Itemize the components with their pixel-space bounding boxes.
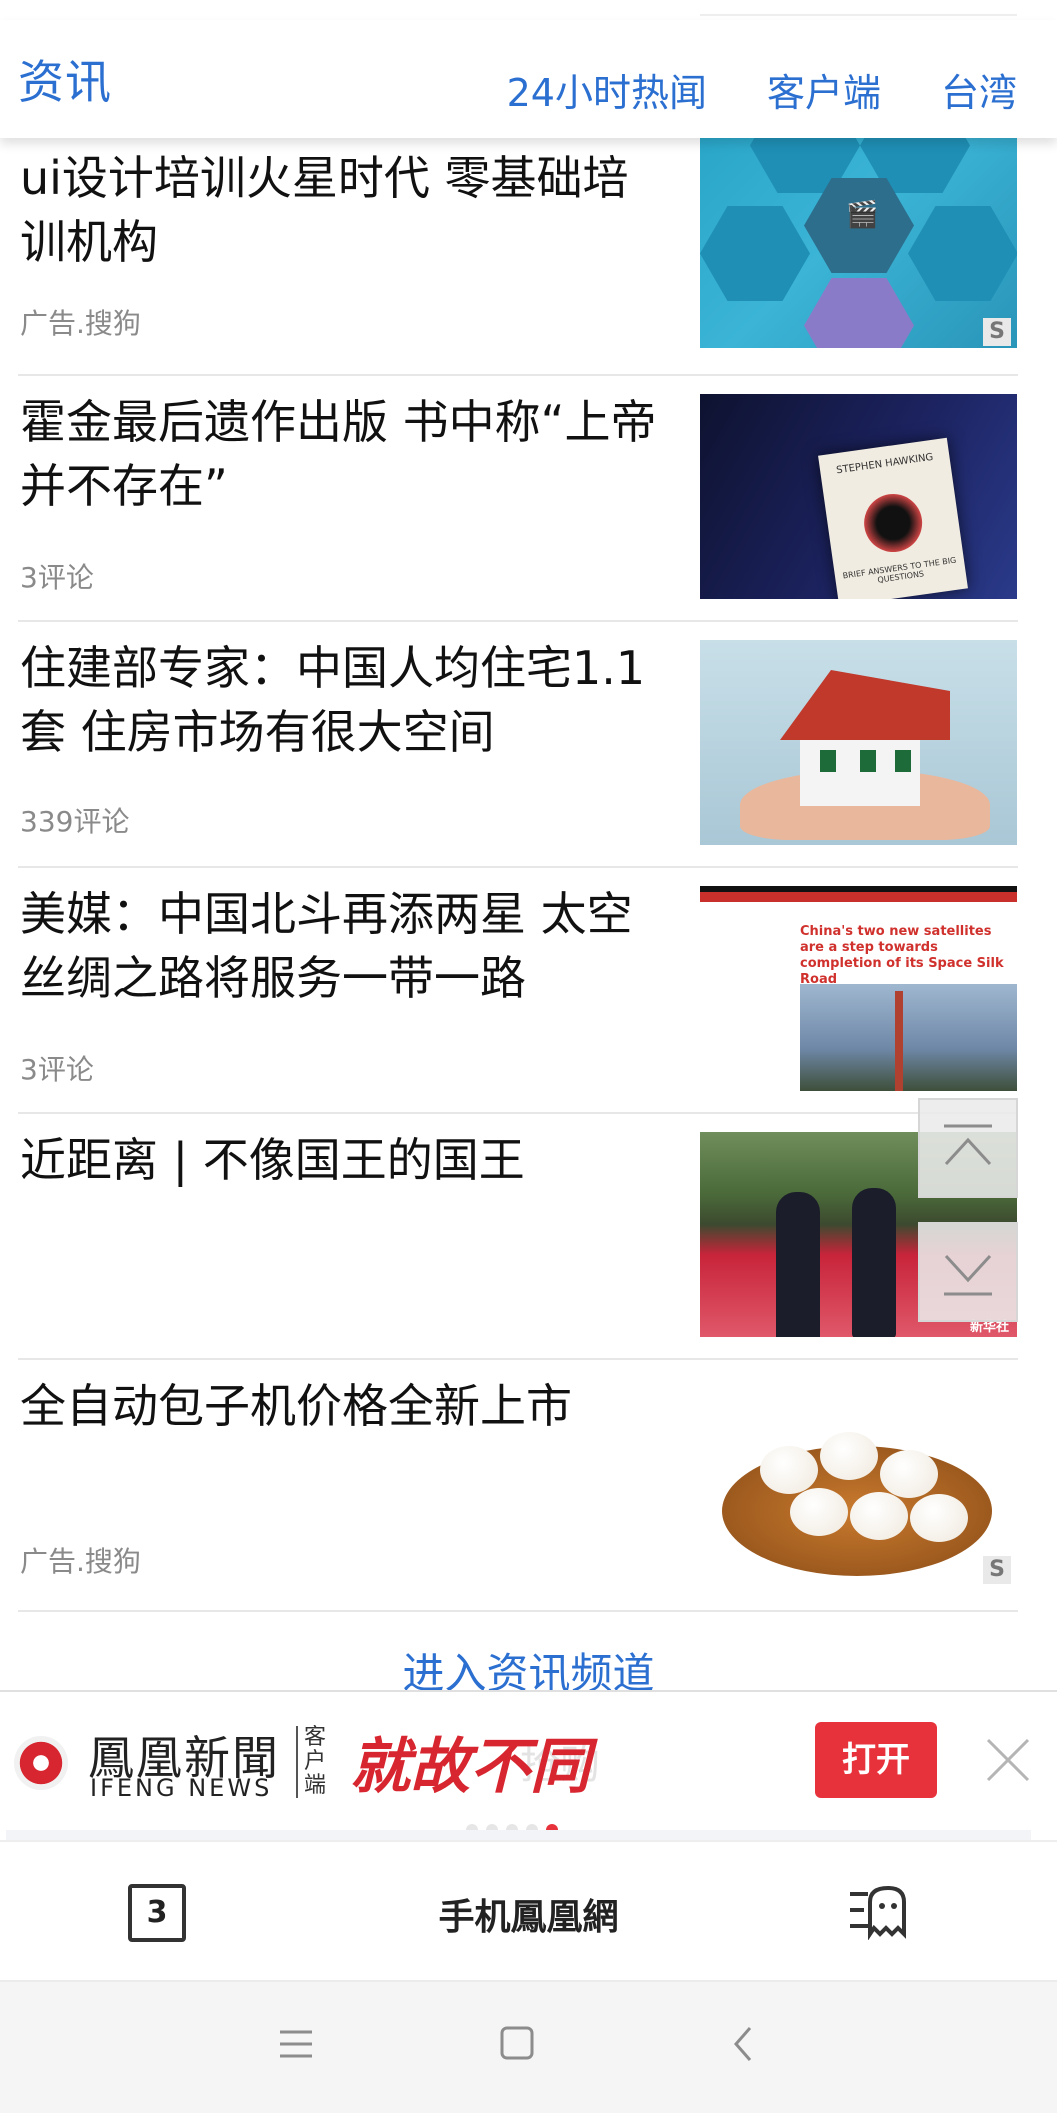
clapper-icon: 🎬 [846, 200, 879, 230]
list-item[interactable]: 住建部专家：中国人均住宅1.1套 住房市场有很大空间 339评论 [0, 622, 1057, 866]
book-cover: STEPHEN HAWKING BRIEF ANSWERS TO THE BIG… [818, 437, 968, 599]
nav-link-taiwan[interactable]: 台湾 [941, 62, 1017, 117]
steamed-buns-thumbnail[interactable]: S [700, 1376, 1017, 1586]
status-area-sliver [0, 0, 1057, 20]
news-meta: 广告.搜狗 [20, 1545, 141, 1578]
sogou-ad-badge-icon: S [983, 318, 1011, 346]
news-title[interactable]: 美媒：中国北斗再添两星 太空丝绸之路将服务一带一路 [20, 882, 670, 1010]
section-title[interactable]: 资讯 [18, 46, 112, 112]
rocket-launch-thumbnail[interactable]: China's two new satellites are a step to… [700, 886, 1017, 1091]
window-shape [820, 750, 836, 772]
house-in-hands-thumbnail[interactable] [700, 640, 1017, 845]
person-figure [852, 1188, 896, 1337]
bun-shape [880, 1450, 938, 1498]
news-title[interactable]: 近距离 | 不像国王的国王 [20, 1128, 670, 1192]
list-item[interactable]: ui设计培训火星时代 零基础培训机构 广告.搜狗 🎬 S [0, 138, 1057, 374]
menu-list-icon[interactable] [846, 1882, 908, 1940]
section-header: 资讯 24小时热闻 客户端 台湾 [0, 20, 1057, 138]
news-meta: 广告.搜狗 [20, 307, 141, 340]
phoenix-logo-icon [14, 1736, 68, 1790]
list-item[interactable]: 霍金最后遗作出版 书中称“上帝并不存在” 3评论 STEPHEN HAWKING… [0, 376, 1057, 620]
news-title[interactable]: ui设计培训火星时代 零基础培训机构 [20, 146, 670, 274]
divider [700, 14, 1017, 16]
logo-english: IFENG NEWS [90, 1774, 273, 1802]
video-icon [908, 206, 1017, 301]
image-headline: China's two new satellites are a step to… [800, 924, 1004, 987]
open-app-button[interactable]: 打开 [815, 1722, 937, 1798]
music-icon [700, 206, 810, 301]
system-navigation-bar [0, 1980, 1057, 2113]
news-title[interactable]: 全自动包子机价格全新上市 [20, 1374, 670, 1438]
bun-shape [850, 1492, 908, 1540]
divider [18, 1610, 1018, 1612]
list-item[interactable]: 全自动包子机价格全新上市 广告.搜狗 S [0, 1360, 1057, 1610]
person-figure [776, 1192, 820, 1337]
arrow-up-icon [944, 1124, 992, 1166]
launch-photo [800, 984, 1017, 1091]
banner-bottom-strip [6, 1830, 1031, 1840]
app-promo-banner[interactable]: 抢购 鳳凰新聞 IFENG NEWS 客户端 就故不同 打开 [0, 1690, 1057, 1840]
scroll-to-bottom-button[interactable] [918, 1222, 1018, 1322]
client-label: 客户端 [296, 1726, 332, 1798]
bun-shape [910, 1494, 968, 1542]
back-icon[interactable] [728, 2024, 758, 2064]
news-meta: 339评论 [20, 805, 130, 838]
news-title[interactable]: 霍金最后遗作出版 书中称“上帝并不存在” [20, 390, 670, 518]
book-subtitle: BRIEF ANSWERS TO THE BIG QUESTIONS [842, 555, 957, 585]
media-app-hexagon-thumbnail[interactable]: 🎬 S [700, 138, 1017, 348]
nav-link-client[interactable]: 客户端 [767, 62, 881, 117]
news-meta: 3评论 [20, 1053, 94, 1086]
hawking-book-thumbnail[interactable]: STEPHEN HAWKING BRIEF ANSWERS TO THE BIG… [700, 394, 1017, 599]
book-title: STEPHEN HAWKING [835, 451, 935, 477]
bun-shape [820, 1432, 878, 1480]
scroll-to-top-button[interactable] [918, 1098, 1018, 1198]
close-icon[interactable] [980, 1732, 1036, 1788]
tv-icon [804, 278, 914, 348]
window-shape [860, 750, 876, 772]
nav-link-24h-hot[interactable]: 24小时热闻 [507, 62, 707, 117]
news-title[interactable]: 住建部专家：中国人均住宅1.1套 住房市场有很大空间 [20, 636, 670, 764]
arrow-down-icon [944, 1254, 992, 1296]
black-hole-graphic [860, 490, 926, 556]
news-meta: 3评论 [20, 561, 94, 594]
list-item[interactable]: 近距离 | 不像国王的国王 新华社 [0, 1114, 1057, 1358]
bun-shape [760, 1446, 818, 1494]
bun-shape [790, 1488, 848, 1536]
house-roof [780, 670, 950, 740]
browser-toolbar: 3 手机鳳凰網 [0, 1840, 1057, 1982]
list-item[interactable]: 美媒：中国北斗再添两星 太空丝绸之路将服务一带一路 3评论 China's tw… [0, 868, 1057, 1112]
menu-icon[interactable] [278, 2026, 314, 2062]
window-shape [895, 750, 911, 772]
home-icon[interactable] [498, 2024, 536, 2062]
sogou-ad-badge-icon: S [983, 1556, 1011, 1584]
site-nav-bar [700, 892, 1017, 902]
rocket-shape [895, 991, 903, 1091]
banner-slogan: 就故不同 [350, 1732, 590, 1802]
header-nav: 24小时热闻 客户端 台湾 [507, 62, 1017, 117]
